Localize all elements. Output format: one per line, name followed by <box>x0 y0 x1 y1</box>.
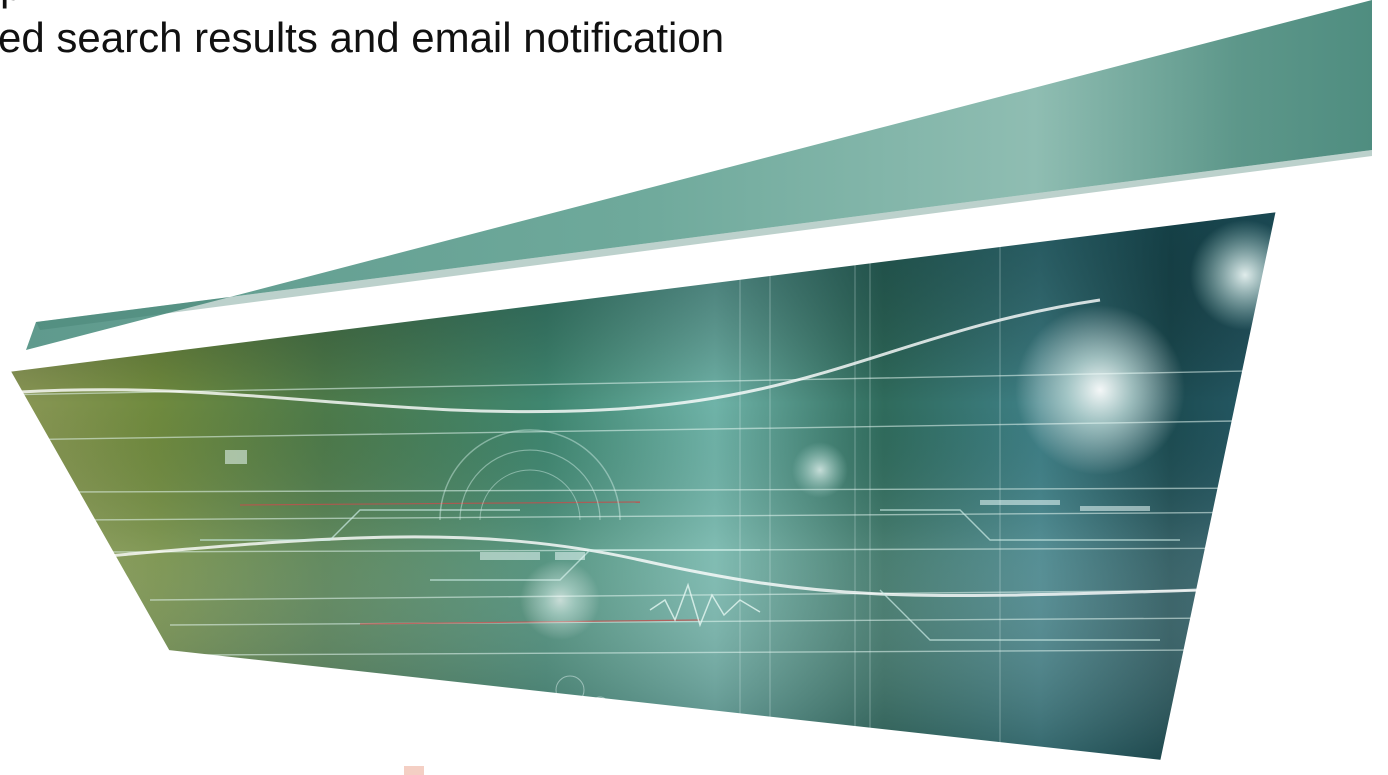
glow-large <box>1015 305 1185 475</box>
slide: p ed search results and email notificati… <box>0 0 1388 775</box>
slide-title-top-fragment: p <box>0 0 23 12</box>
decorative-graphic <box>4 0 1372 765</box>
footer-accent-mark <box>404 766 424 775</box>
slide-title-line: ed search results and email notification <box>0 14 725 61</box>
tech-panel <box>8 210 1278 762</box>
glow-center <box>520 560 600 640</box>
glow-small <box>792 442 848 498</box>
glow-top-right <box>1190 220 1278 330</box>
